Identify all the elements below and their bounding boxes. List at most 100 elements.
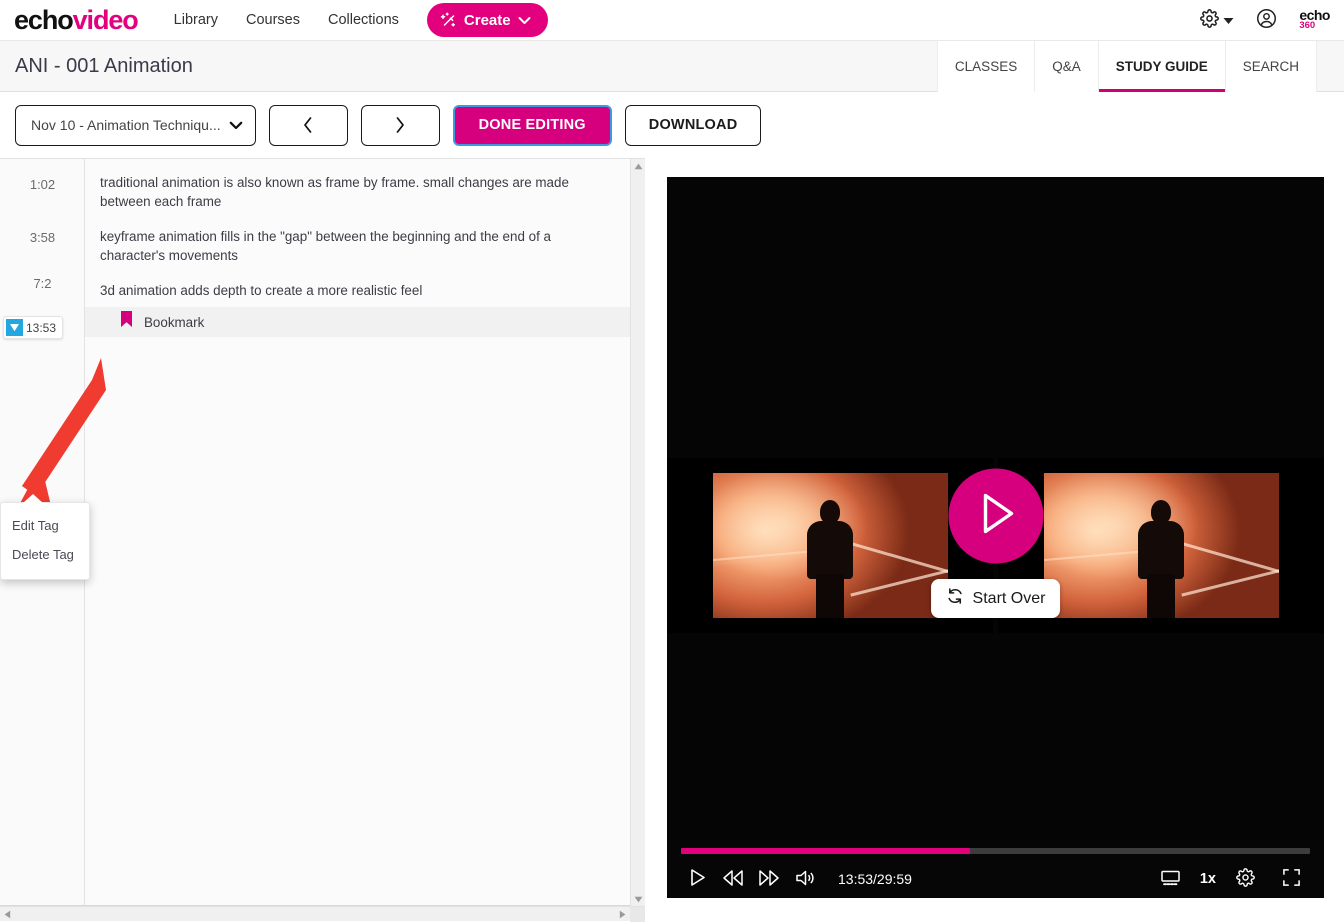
big-play-button[interactable] (948, 468, 1043, 563)
chevron-left-icon (301, 115, 315, 135)
nav-link-courses[interactable]: Courses (246, 12, 300, 28)
timestamp-2[interactable]: 3:58 (0, 230, 85, 245)
done-editing-button[interactable]: DONE EDITING (452, 104, 612, 146)
scrollbar-corner (630, 907, 645, 922)
nav-right-cluster: echo 360 (1200, 8, 1330, 32)
video-frame-right (1043, 473, 1279, 618)
tag-marker-icon (6, 319, 23, 336)
timestamp-1[interactable]: 1:02 (0, 177, 85, 192)
next-class-button[interactable] (360, 104, 440, 146)
playback-speed-button[interactable]: 1x (1200, 871, 1216, 887)
fast-forward-button[interactable] (752, 863, 786, 895)
control-right-group: 1x (1154, 863, 1308, 895)
presenter-silhouette (1134, 500, 1188, 618)
silhouette-legs (1147, 574, 1175, 618)
start-over-button[interactable]: Start Over (930, 579, 1061, 618)
transcript-text-area: traditional animation is also known as f… (85, 159, 645, 905)
create-button[interactable]: Create (426, 3, 548, 37)
account-button[interactable] (1256, 8, 1277, 32)
scroll-down-arrow-icon[interactable] (631, 892, 646, 907)
settings-menu-button[interactable] (1200, 9, 1234, 31)
chevron-down-icon (229, 118, 243, 133)
class-select-dropdown[interactable]: Nov 10 - Animation Techniqu... (15, 104, 256, 146)
page-title-bar: ANI - 001 Animation CLASSES Q&A STUDY GU… (0, 40, 1344, 92)
echo360-logo-360: 360 (1299, 19, 1316, 31)
timestamp-3[interactable]: 7:2 (0, 276, 85, 291)
study-guide-toolbar: Nov 10 - Animation Techniqu... DONE EDIT… (0, 92, 1344, 158)
context-menu-item-delete-tag[interactable]: Delete Tag (1, 540, 89, 569)
start-over-label: Start Over (972, 589, 1046, 607)
fast-forward-icon (758, 869, 780, 890)
gear-icon (1235, 868, 1255, 890)
main-content-area: 1:02 3:58 7:2 13:53 traditional animatio… (0, 158, 1344, 922)
section-tabs: CLASSES Q&A STUDY GUIDE SEARCH (936, 40, 1317, 92)
chevron-right-icon (393, 115, 407, 135)
play-icon (689, 868, 706, 890)
primary-nav-links: Library Courses Collections (174, 12, 399, 28)
create-button-label: Create (463, 11, 511, 29)
volume-icon (795, 869, 815, 890)
tab-search[interactable]: SEARCH (1225, 40, 1317, 92)
silhouette-body (807, 521, 853, 579)
silhouette-legs (816, 574, 844, 618)
nav-link-library[interactable]: Library (174, 12, 218, 28)
fullscreen-icon (1282, 868, 1301, 890)
transcript-vertical-scrollbar[interactable] (630, 159, 645, 907)
screen-layout-icon (1160, 869, 1181, 890)
tab-classes[interactable]: CLASSES (936, 40, 1036, 92)
transcript-paragraph-3[interactable]: 3d animation adds depth to create a more… (100, 281, 619, 300)
video-control-bar: 13:53/29:59 1x (667, 840, 1324, 898)
previous-class-button[interactable] (268, 104, 348, 146)
video-player: Start Over 13:53/29:59 1x (667, 177, 1324, 898)
tab-study-guide[interactable]: STUDY GUIDE (1098, 40, 1226, 92)
bookmark-row[interactable]: Bookmark (85, 307, 633, 337)
transcript-horizontal-scrollbar[interactable] (0, 906, 645, 922)
logo-echo-text: echo (14, 4, 74, 35)
echo360-logo[interactable]: echo 360 (1299, 8, 1330, 31)
control-left-group: 13:53/29:59 (680, 863, 912, 895)
fullscreen-button[interactable] (1274, 863, 1308, 895)
rewind-button[interactable] (716, 863, 750, 895)
gear-icon (1200, 9, 1220, 31)
transcript-panel: 1:02 3:58 7:2 13:53 traditional animatio… (0, 158, 645, 907)
volume-button[interactable] (788, 863, 822, 895)
tab-qa[interactable]: Q&A (1035, 40, 1099, 92)
scroll-left-arrow-icon[interactable] (0, 907, 15, 922)
nav-link-collections[interactable]: Collections (328, 12, 399, 28)
timeline-tag-chip[interactable]: 13:53 (3, 316, 64, 339)
download-button[interactable]: DOWNLOAD (624, 104, 762, 146)
chevron-down-icon (518, 16, 531, 25)
timeline-tag-time: 13:53 (26, 320, 57, 335)
class-select-value: Nov 10 - Animation Techniqu... (31, 117, 221, 133)
scroll-right-arrow-icon[interactable] (615, 907, 630, 922)
replay-refresh-icon (946, 587, 964, 610)
silhouette-body (1138, 521, 1184, 579)
rewind-icon (722, 869, 744, 890)
presenter-silhouette (803, 500, 857, 618)
video-stage[interactable]: Start Over (667, 177, 1324, 854)
page-title: ANI - 001 Animation (15, 54, 193, 77)
control-row: 13:53/29:59 1x (667, 860, 1324, 898)
magic-wand-icon (440, 12, 457, 29)
layout-button[interactable] (1154, 863, 1188, 895)
time-display: 13:53/29:59 (838, 871, 912, 887)
progress-bar-fill (681, 848, 971, 854)
chevron-down-icon (1223, 13, 1234, 28)
context-menu-caret (23, 494, 43, 503)
play-triangle-icon (973, 489, 1019, 542)
logo-video-text: video (72, 4, 139, 35)
account-circle-icon (1256, 8, 1277, 32)
scroll-up-arrow-icon[interactable] (631, 159, 646, 174)
echovideo-logo[interactable]: echovideo (14, 4, 139, 35)
transcript-paragraph-2[interactable]: keyframe animation fills in the "gap" be… (100, 227, 619, 265)
tag-context-menu: Edit Tag Delete Tag (0, 494, 90, 580)
top-navigation-bar: echovideo Library Courses Collections Cr… (0, 0, 1344, 41)
settings-button[interactable] (1228, 863, 1262, 895)
video-frame-left (712, 473, 948, 618)
progress-bar-track[interactable] (681, 848, 1310, 854)
context-menu-item-edit-tag[interactable]: Edit Tag (1, 511, 89, 540)
bookmark-label: Bookmark (144, 314, 205, 330)
transcript-paragraph-1[interactable]: traditional animation is also known as f… (100, 173, 619, 211)
bookmark-ribbon-icon (120, 311, 133, 333)
play-button[interactable] (680, 863, 714, 895)
